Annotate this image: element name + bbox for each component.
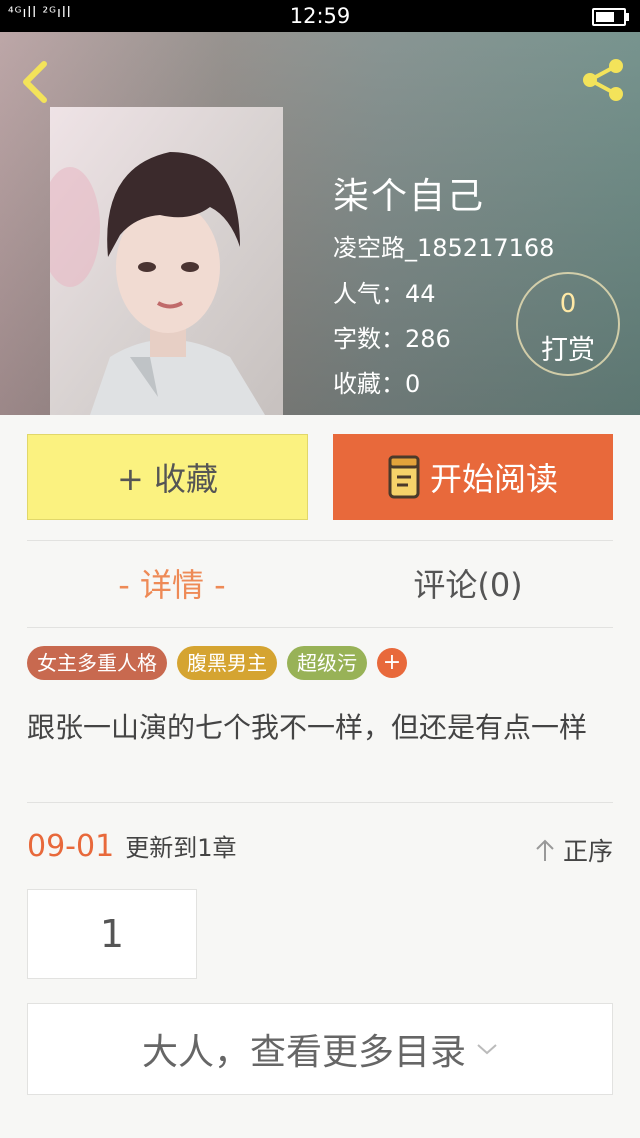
sort-arrow-icon xyxy=(536,839,554,861)
tag-list: 女主多重人格 腹黑男主 超级污 + xyxy=(27,646,407,680)
favorites-stat: 收藏：0 xyxy=(333,370,421,398)
book-title: 柒个自己 xyxy=(333,176,486,217)
add-tag-button[interactable]: + xyxy=(377,648,407,678)
sort-order-button[interactable]: 正序 xyxy=(535,832,613,868)
more-catalog-button[interactable]: 大人，查看更多目录 xyxy=(27,1003,613,1095)
more-catalog-label: 大人，查看更多目录 xyxy=(141,1032,466,1073)
update-info: 09-01 更新到1章 xyxy=(27,828,237,864)
tag-item[interactable]: 女主多重人格 xyxy=(27,646,167,680)
back-icon[interactable] xyxy=(18,60,52,104)
book-description: 跟张一山演的七个我不一样，但还是有点一样 xyxy=(27,711,588,744)
update-text: 更新到1章 xyxy=(125,834,237,862)
tip-label: 打赏 xyxy=(541,335,595,366)
word-count-stat: 字数：286 xyxy=(333,325,451,353)
divider xyxy=(27,540,613,541)
status-bar: ⁴ᴳıll ²ᴳıll 12:59 xyxy=(0,0,640,32)
chevron-down-icon xyxy=(477,1044,497,1055)
update-date: 09-01 xyxy=(27,829,115,864)
battery-icon xyxy=(592,8,629,26)
popularity-stat: 人气：44 xyxy=(333,280,436,308)
divider xyxy=(27,802,613,803)
chapter-item[interactable]: 1 xyxy=(27,889,197,979)
book-header: 柒个自己 凌空路_185217168 人气：44 字数：286 收藏：0 0 打… xyxy=(0,32,640,415)
add-favorite-label: + 收藏 xyxy=(117,460,218,498)
divider xyxy=(27,627,613,628)
tab-detail[interactable]: - 详情 - xyxy=(27,560,317,606)
start-reading-label: 开始阅读 xyxy=(429,460,558,498)
sort-order-label: 正序 xyxy=(562,837,613,866)
status-time: 12:59 xyxy=(289,4,351,28)
share-icon[interactable] xyxy=(580,56,626,104)
add-favorite-button[interactable]: + 收藏 xyxy=(27,434,308,520)
tip-button[interactable]: 0 打赏 xyxy=(516,272,620,376)
tag-item[interactable]: 超级污 xyxy=(287,646,367,680)
book-cover-image xyxy=(50,107,283,415)
tip-count: 0 xyxy=(559,289,577,319)
tag-item[interactable]: 腹黑男主 xyxy=(177,646,277,680)
start-reading-button[interactable]: 开始阅读 xyxy=(333,434,613,520)
tab-comments[interactable]: 评论(0) xyxy=(323,560,613,606)
book-author[interactable]: 凌空路_185217168 xyxy=(333,228,554,263)
book-icon xyxy=(388,455,420,499)
